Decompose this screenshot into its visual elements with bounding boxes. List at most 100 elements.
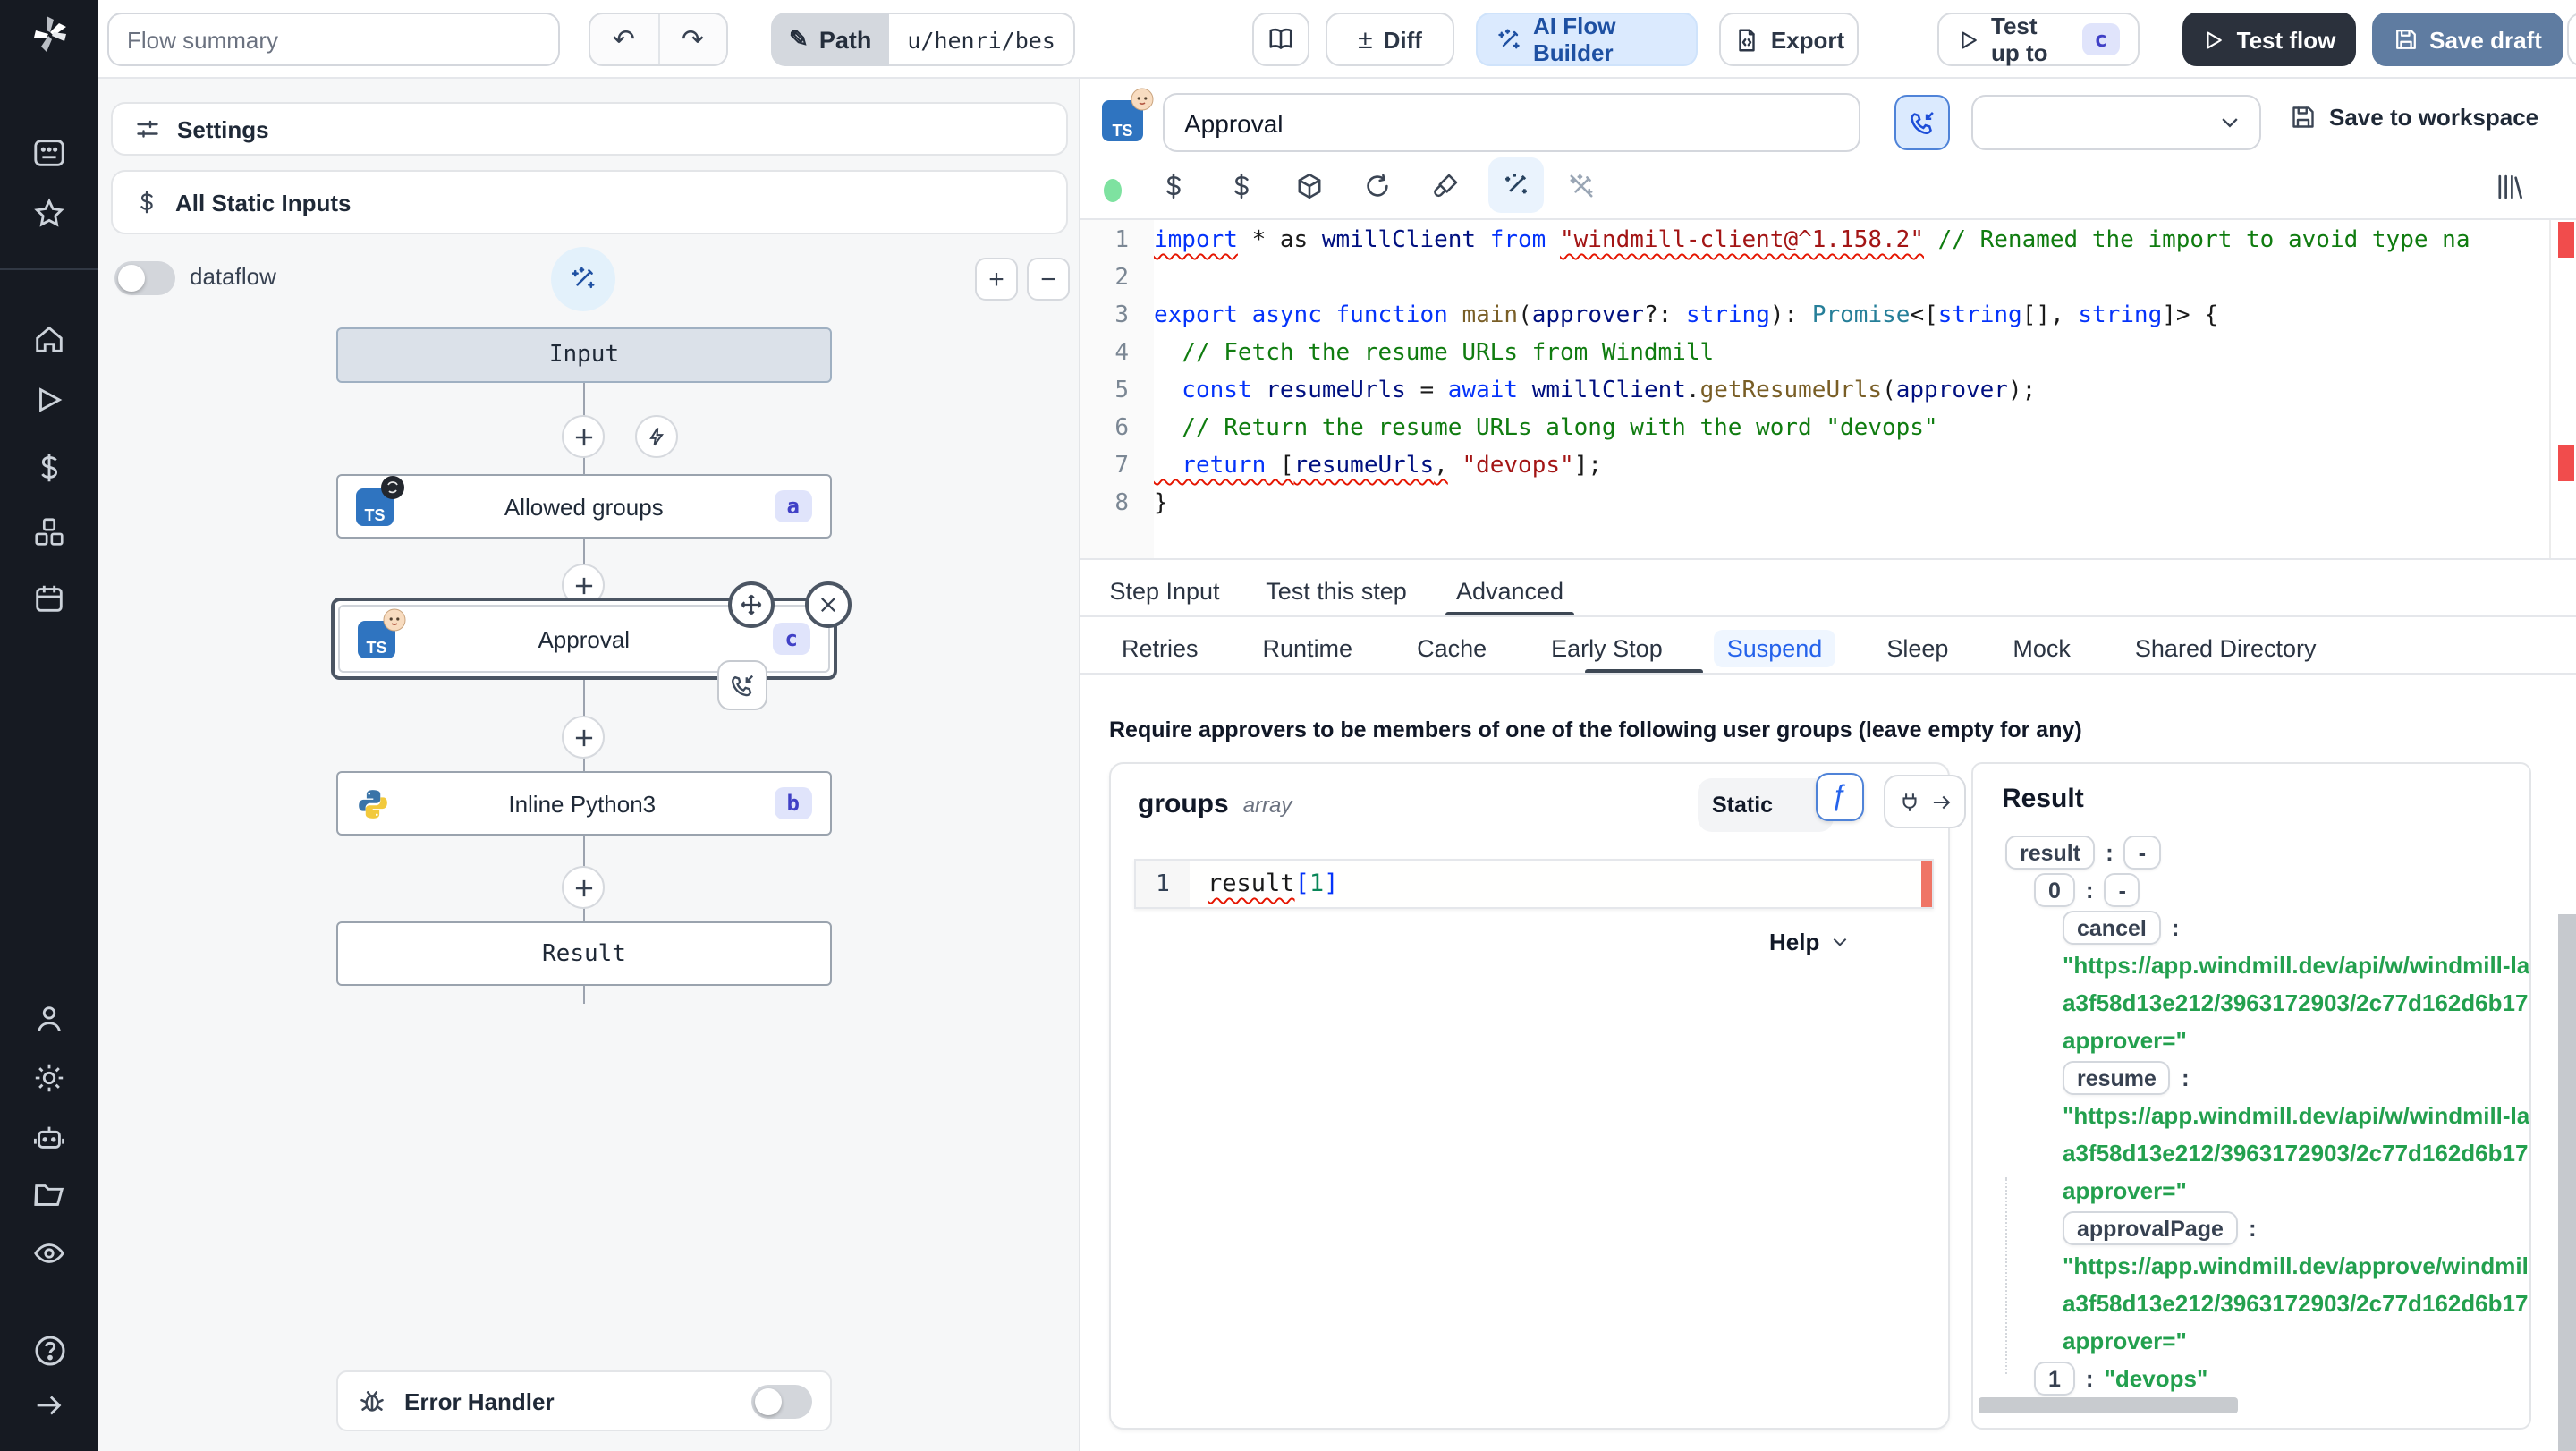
suspend-phone-badge[interactable] — [717, 660, 767, 710]
folders-icon[interactable] — [0, 1170, 98, 1217]
connect-input-button[interactable] — [1884, 775, 1966, 828]
docs-book-button[interactable] — [1252, 13, 1309, 66]
code-line[interactable]: 6 // Return the resume URLs along with t… — [1080, 410, 2562, 447]
insert-step-button[interactable] — [562, 716, 605, 759]
favorites-star-icon[interactable] — [0, 190, 98, 236]
flow-node-inline-python[interactable]: Inline Python3 b — [336, 771, 832, 836]
plug-icon — [1902, 793, 1916, 810]
save-to-workspace-button[interactable]: Save to workspace — [2290, 104, 2538, 131]
result-row-1[interactable]: 1: "devops" — [2034, 1360, 2524, 1397]
schedules-calendar-icon[interactable] — [0, 574, 98, 621]
home-icon[interactable] — [0, 315, 98, 361]
move-step-handle[interactable] — [728, 581, 775, 628]
add-trigger-bolt-button[interactable] — [635, 415, 678, 458]
package-box-icon[interactable] — [1295, 172, 1324, 200]
ai-wand-button[interactable] — [1488, 157, 1544, 213]
result-row-0[interactable]: 0:- — [2034, 871, 2524, 909]
path-label[interactable]: ✎ Path — [771, 13, 890, 66]
typescript-icon: TS — [356, 475, 404, 525]
subtab-early-stop[interactable]: Early Stop — [1538, 629, 1675, 666]
assets-dollar-icon[interactable] — [1159, 172, 1188, 200]
deploy-more-button[interactable] — [2567, 13, 2576, 66]
error-handler-bar[interactable]: Error Handler — [336, 1370, 832, 1431]
help-question-icon[interactable] — [0, 1328, 98, 1374]
undo-button[interactable]: ↶ — [590, 14, 659, 64]
flow-node-result[interactable]: Result — [336, 921, 832, 986]
tab-test-this-step[interactable]: Test this step — [1259, 565, 1413, 615]
code-line[interactable]: 4 // Fetch the resume URLs from Windmill — [1080, 335, 2562, 372]
zoom-in-button[interactable]: + — [975, 258, 1018, 301]
result-value-line: approver=" — [2063, 1027, 2187, 1054]
vertical-scrollbar-thumb[interactable] — [2558, 914, 2576, 1451]
ai-wand-off-icon[interactable] — [1567, 172, 1596, 200]
pencil-icon: ✎ — [789, 25, 809, 52]
audit-eye-icon[interactable] — [0, 1229, 98, 1276]
result-row-approvalPage[interactable]: approvalPage: — [2063, 1209, 2524, 1247]
windmill-logo[interactable] — [0, 11, 98, 57]
tab-advanced[interactable]: Advanced — [1453, 565, 1567, 615]
diff-button[interactable]: ± Diff — [1326, 13, 1454, 66]
path-control[interactable]: ✎ Path u/henri/bes — [771, 13, 1075, 66]
library-icon[interactable] — [2494, 172, 2524, 202]
code-line[interactable]: 1 import * as wmillClient from "windmill-… — [1080, 222, 2562, 259]
tab-step-input[interactable]: Step Input — [1109, 565, 1220, 615]
code-line[interactable]: 2 — [1080, 259, 2562, 297]
collapse-button[interactable]: - — [2123, 836, 2161, 870]
result-row-cancel[interactable]: cancel: — [2063, 909, 2524, 946]
code-editor[interactable]: 1 import * as wmillClient from "windmill-… — [1080, 220, 2576, 558]
test-up-to-button[interactable]: Test up to c — [1937, 13, 2140, 66]
subtab-sleep[interactable]: Sleep — [1874, 629, 1961, 666]
workers-robot-icon[interactable] — [0, 1113, 98, 1159]
code-line[interactable]: 5 const resumeUrls = await wmillClient.g… — [1080, 372, 2562, 410]
zoom-out-button[interactable]: − — [1027, 258, 1070, 301]
subtab-cache[interactable]: Cache — [1404, 629, 1499, 666]
insert-step-button[interactable] — [562, 866, 605, 909]
help-link[interactable]: Help — [1769, 929, 1850, 955]
app-switcher-icon[interactable] — [0, 129, 98, 175]
all-static-inputs-bar[interactable]: All Static Inputs — [111, 170, 1068, 234]
error-handler-toggle[interactable] — [751, 1384, 812, 1418]
expand-arrow-right-icon[interactable] — [0, 1381, 98, 1428]
variables-dollar-icon[interactable] — [0, 444, 98, 490]
script-version-select[interactable] — [1971, 95, 2261, 150]
code-line[interactable]: 8} — [1080, 485, 2562, 522]
result-row-resume[interactable]: resume: — [2063, 1059, 2524, 1097]
user-icon[interactable] — [0, 995, 98, 1041]
result-row-result[interactable]: result: - — [2005, 834, 2524, 871]
insert-step-button[interactable] — [562, 415, 605, 458]
test-flow-button[interactable]: Test flow — [2182, 13, 2356, 66]
flow-node-input[interactable]: Input — [336, 327, 832, 383]
resources-cubes-icon[interactable] — [0, 508, 98, 555]
subtab-mock[interactable]: Mock — [2000, 629, 2083, 666]
subtab-suspend[interactable]: Suspend — [1714, 629, 1835, 666]
subtab-runtime[interactable]: Runtime — [1250, 629, 1366, 666]
reload-icon[interactable] — [1363, 172, 1392, 200]
code-line[interactable]: 3 export async function main(approver?: s… — [1080, 297, 2562, 335]
dataflow-toggle[interactable] — [114, 261, 175, 295]
format-brush-icon[interactable] — [1431, 172, 1460, 200]
ai-flow-builder-button[interactable]: AI Flow Builder — [1476, 13, 1698, 66]
ai-graph-wand-button[interactable] — [551, 247, 615, 311]
code-line[interactable]: 7 return [resumeUrls, "devops"]; — [1080, 447, 2562, 485]
horizontal-scrollbar-thumb[interactable] — [1979, 1397, 2238, 1413]
static-toggle[interactable]: Static — [1698, 778, 1834, 832]
settings-gear-icon[interactable] — [0, 1054, 98, 1100]
subtab-retries[interactable]: Retries — [1109, 629, 1211, 666]
save-draft-button[interactable]: Save draft — [2372, 13, 2563, 66]
fx-expression-toggle[interactable]: ƒ — [1816, 773, 1864, 821]
flow-summary-input[interactable]: Flow summary — [107, 13, 560, 66]
path-value[interactable]: u/henri/bes — [889, 13, 1075, 66]
redo-button[interactable]: ↷ — [659, 14, 726, 64]
export-button[interactable]: Export — [1719, 13, 1859, 66]
runs-play-icon[interactable] — [0, 376, 98, 422]
subtab-shared-directory[interactable]: Shared Directory — [2123, 629, 2329, 666]
variables-dollar-icon[interactable] — [1227, 172, 1256, 200]
delete-step-button[interactable] — [805, 581, 852, 628]
step-name-input[interactable]: Approval — [1163, 93, 1860, 152]
suspend-phone-button[interactable] — [1894, 95, 1950, 150]
collapse-button[interactable]: - — [2104, 873, 2140, 907]
flow-settings-bar[interactable]: Settings — [111, 102, 1068, 156]
expression-editor[interactable]: 1 result[1] — [1134, 859, 1934, 909]
suspend-heading: Require approvers to be members of one o… — [1109, 717, 2082, 742]
flow-node-allowed-groups[interactable]: TS Allowed groups a — [336, 474, 832, 539]
